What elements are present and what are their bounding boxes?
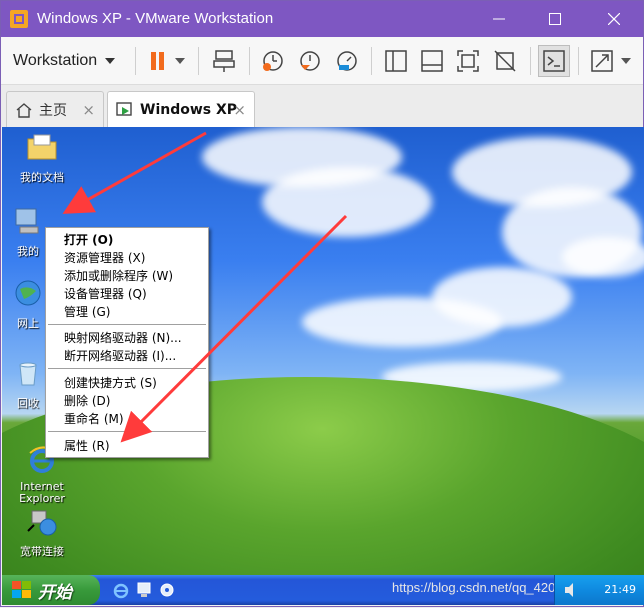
- snapshot-manager-icon: [337, 51, 357, 71]
- system-tray: 21:49: [554, 575, 644, 605]
- xp-taskbar: 开始 https://blog.csdn.net/qq_42026039 21:…: [2, 575, 644, 605]
- vmware-window: Windows XP - VMware Workstation Workstat…: [0, 0, 644, 607]
- menu-item-add-remove-programs[interactable]: 添加或删除程序 (W): [64, 267, 173, 285]
- menu-item-device-manager[interactable]: 设备管理器 (Q): [64, 285, 147, 303]
- revert-snapshot-button[interactable]: [294, 45, 326, 77]
- snapshot-manager-button[interactable]: [331, 45, 363, 77]
- tab-windows-xp-close-icon[interactable]: ×: [233, 101, 246, 119]
- workstation-menu[interactable]: Workstation: [13, 45, 128, 77]
- revert-icon: [300, 51, 320, 71]
- menu-item-manage[interactable]: 管理 (G): [64, 303, 110, 321]
- tab-home-close-icon[interactable]: ×: [82, 101, 95, 119]
- stretch-guest-button[interactable]: [589, 45, 635, 77]
- guest-desktop[interactable]: 我的文档 我的 网上 回收 Internet Explorer 宽带连接 打开 …: [2, 127, 644, 575]
- context-menu: 打开 (O) 资源管理器 (X) 添加或删除程序 (W) 设备管理器 (Q) 管…: [45, 227, 209, 458]
- quick-launch-ie-icon[interactable]: [112, 581, 130, 599]
- desktop-icon-label: Internet Explorer: [19, 480, 65, 505]
- sidebar-icon: [385, 50, 407, 72]
- title-bar: Windows XP - VMware Workstation: [1, 1, 643, 37]
- window-title: Windows XP - VMware Workstation: [37, 10, 274, 27]
- maximize-button[interactable]: [532, 1, 578, 37]
- menu-item-properties[interactable]: 属性 (R): [64, 437, 110, 455]
- vmware-app-icon: [10, 10, 28, 28]
- desktop-icon-my-documents[interactable]: 我的文档: [7, 131, 77, 185]
- chevron-down-icon: [105, 58, 116, 64]
- network-send-icon: [213, 50, 235, 72]
- stretch-icon: [591, 50, 631, 72]
- desktop-icon-label: 我的文档: [20, 171, 64, 184]
- menu-separator: [48, 324, 206, 325]
- workstation-label: Workstation: [13, 52, 98, 69]
- full-screen-icon: [457, 50, 479, 72]
- close-icon: [608, 13, 620, 25]
- quick-launch-desktop-icon[interactable]: [136, 581, 152, 599]
- full-screen-button[interactable]: [452, 45, 484, 77]
- recycle-bin-icon: [19, 362, 37, 386]
- menu-item-open[interactable]: 打开 (O): [64, 231, 113, 249]
- minimize-button[interactable]: [476, 1, 522, 37]
- menu-item-delete[interactable]: 删除 (D): [64, 392, 110, 410]
- vm-running-icon: [116, 102, 132, 116]
- folder-icon: [27, 134, 57, 160]
- menu-item-map-network-drive[interactable]: 映射网络驱动器 (N)...: [64, 329, 182, 347]
- sidebar-toggle-button[interactable]: [380, 45, 412, 77]
- tab-home[interactable]: 主页 ×: [6, 91, 104, 127]
- menu-item-explorer[interactable]: 资源管理器 (X): [64, 249, 145, 267]
- quick-launch-media-icon[interactable]: [159, 581, 175, 599]
- pause-button[interactable]: [145, 45, 189, 77]
- tab-bar: 主页 × Windows XP ×: [1, 85, 643, 128]
- close-button[interactable]: [591, 1, 637, 37]
- desktop-icon-label: 宽带连接: [20, 545, 64, 558]
- maximize-icon: [549, 13, 561, 25]
- menu-item-rename[interactable]: 重命名 (M): [64, 410, 124, 428]
- windows-logo-icon: [12, 581, 31, 598]
- globe-network-icon: [15, 280, 41, 306]
- menu-item-create-shortcut[interactable]: 创建快捷方式 (S): [64, 374, 157, 392]
- menu-separator: [48, 431, 206, 432]
- console-view-button[interactable]: [538, 45, 570, 77]
- home-icon: [16, 102, 32, 118]
- thumbnail-icon: [421, 50, 443, 72]
- menu-item-disconnect-network-drive[interactable]: 断开网络驱动器 (I)...: [64, 347, 176, 365]
- menu-separator: [48, 368, 206, 369]
- terminal-icon: [543, 50, 565, 72]
- tab-windows-xp-label: Windows XP: [140, 102, 238, 118]
- volume-icon[interactable]: [563, 582, 579, 598]
- pause-icon: [151, 52, 185, 70]
- unity-icon: [494, 50, 516, 72]
- tab-home-label: 主页: [39, 102, 67, 119]
- send-keys-button[interactable]: [208, 45, 240, 77]
- start-label: 开始: [38, 582, 72, 603]
- unity-button[interactable]: [489, 45, 521, 77]
- minimize-icon: [493, 18, 505, 20]
- toolbar: Workstation: [1, 37, 643, 85]
- computer-icon: [15, 208, 39, 234]
- snapshot-clock-icon: [263, 51, 283, 71]
- desktop-icon-broadband[interactable]: 宽带连接: [7, 505, 77, 559]
- snapshot-button[interactable]: [257, 45, 289, 77]
- broadband-connection-icon: [27, 510, 57, 536]
- thumbnail-bar-button[interactable]: [416, 45, 448, 77]
- start-button[interactable]: 开始: [2, 575, 100, 605]
- tray-clock: 21:49: [604, 583, 636, 596]
- tab-windows-xp[interactable]: Windows XP ×: [107, 91, 255, 128]
